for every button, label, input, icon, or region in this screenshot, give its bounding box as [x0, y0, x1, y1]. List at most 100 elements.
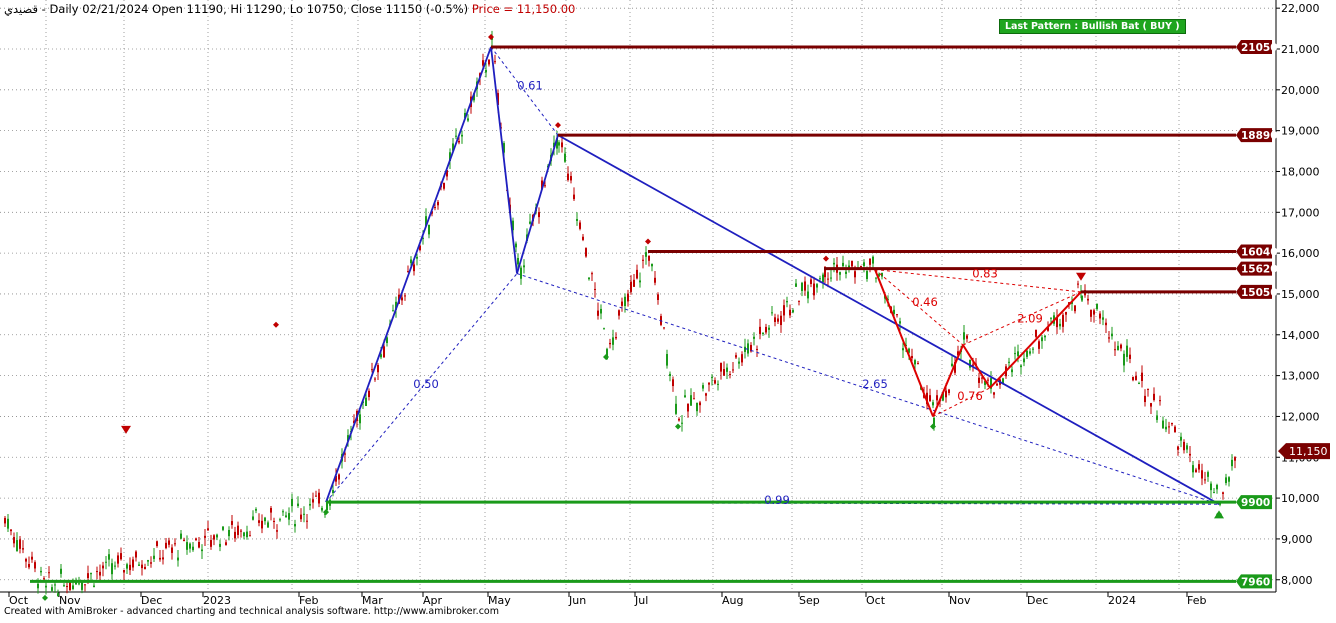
candle-body [520, 267, 522, 279]
candle-body [240, 530, 242, 532]
x-tick-label: Dec [1027, 594, 1048, 607]
candle-body [705, 393, 707, 396]
x-tick-label: Nov [949, 594, 971, 607]
candle-body [681, 422, 683, 424]
chart: قصيدي - Daily 02/21/2024 Open 11190, Hi … [0, 0, 1336, 619]
candle-body [174, 543, 176, 545]
level-tag: 18890 [1236, 128, 1278, 143]
candle-body [66, 586, 68, 588]
candle-body [711, 377, 713, 379]
candle-body [428, 224, 430, 235]
candle-body [648, 256, 650, 261]
y-axis-labels: 8,0009,00010,00011,00012,00013,00014,000… [1276, 2, 1320, 587]
candle-body [246, 531, 248, 538]
y-tick-label: 10,000 [1281, 492, 1320, 505]
candle-body [60, 568, 62, 574]
candle-body [717, 383, 719, 385]
candle-body [729, 374, 731, 376]
candle-body [1114, 349, 1116, 351]
candle-body [1234, 457, 1236, 461]
candle-body [591, 273, 593, 275]
y-tick-label: 16,000 [1281, 247, 1320, 260]
candle-body [69, 582, 71, 591]
candle-body [488, 59, 490, 65]
level-tag: 21050 [1236, 39, 1278, 54]
sell-arrow [1076, 272, 1086, 281]
candle-body [117, 555, 119, 564]
candle-body [1035, 329, 1037, 337]
candle-body [264, 517, 266, 522]
candle-body [669, 373, 671, 376]
candle-body [945, 390, 947, 398]
candle-body [863, 262, 865, 266]
candle-body [267, 522, 269, 528]
candle-body [538, 212, 540, 218]
candle-body [929, 395, 931, 402]
candle-body [51, 587, 53, 591]
candle-body [1077, 283, 1079, 285]
pivot-low-marker [323, 509, 329, 516]
candle-body [1105, 322, 1107, 326]
candle-body [129, 564, 131, 571]
candle-body [318, 492, 320, 504]
candle-body [37, 583, 39, 589]
candle-body [951, 363, 953, 367]
level-tag-label: 15620 [1241, 264, 1278, 276]
candle-body [1065, 312, 1067, 315]
candle-body [114, 565, 116, 567]
level-tag: 16040 [1236, 244, 1278, 259]
candle-body [624, 296, 626, 307]
candle-body [609, 342, 611, 345]
candle-body [189, 543, 191, 549]
candlesticks [4, 30, 1236, 597]
candle-body [16, 540, 18, 551]
level-tag-label: 15050 [1241, 287, 1278, 299]
candle-body [777, 318, 779, 322]
candle-body [243, 532, 245, 537]
candle-body [105, 561, 107, 563]
last-price-label: 11,150 [1289, 445, 1328, 458]
candle-body [108, 554, 110, 560]
candle-body [618, 310, 620, 316]
candle-body [10, 529, 12, 532]
candle-body [201, 549, 203, 552]
candle-body [216, 534, 218, 538]
candle-body [1044, 335, 1046, 338]
y-tick-label: 15,000 [1281, 288, 1320, 301]
candle-body [1225, 477, 1227, 484]
trend-lines [325, 46, 1220, 506]
candle-body [932, 402, 934, 406]
candle-body [792, 310, 794, 313]
candle-body [1216, 484, 1218, 490]
candle-body [219, 543, 221, 547]
y-tick-label: 9,000 [1281, 533, 1313, 546]
candle-body [1162, 420, 1164, 429]
candle-body [561, 142, 563, 148]
trend-line [516, 134, 559, 274]
candle-body [860, 266, 862, 268]
candle-body [288, 513, 290, 520]
candle-body [87, 573, 89, 579]
candle-body [899, 321, 901, 324]
chart-plot: 8,0009,00010,00011,00012,00013,00014,000… [0, 0, 1330, 607]
ratio-label: 0.76 [957, 389, 983, 403]
y-tick-label: 12,000 [1281, 410, 1320, 423]
candle-body [413, 264, 415, 272]
candle-body [1186, 445, 1188, 450]
candle-body [615, 336, 617, 339]
x-tick-label: 2024 [1108, 594, 1136, 607]
candle-body [875, 277, 877, 279]
sell-arrow [121, 425, 131, 434]
candle-body [597, 310, 599, 316]
candle-body [1020, 365, 1022, 368]
ratio-label: 0.50 [413, 377, 439, 391]
candle-body [234, 531, 236, 539]
candle-body [297, 503, 299, 507]
candle-body [612, 337, 614, 345]
candle-body [636, 269, 638, 279]
candle-body [914, 360, 916, 365]
y-tick-label: 18,000 [1281, 165, 1320, 178]
candle-body [48, 572, 50, 574]
pivot-high-marker [823, 255, 829, 262]
candle-body [255, 509, 257, 511]
